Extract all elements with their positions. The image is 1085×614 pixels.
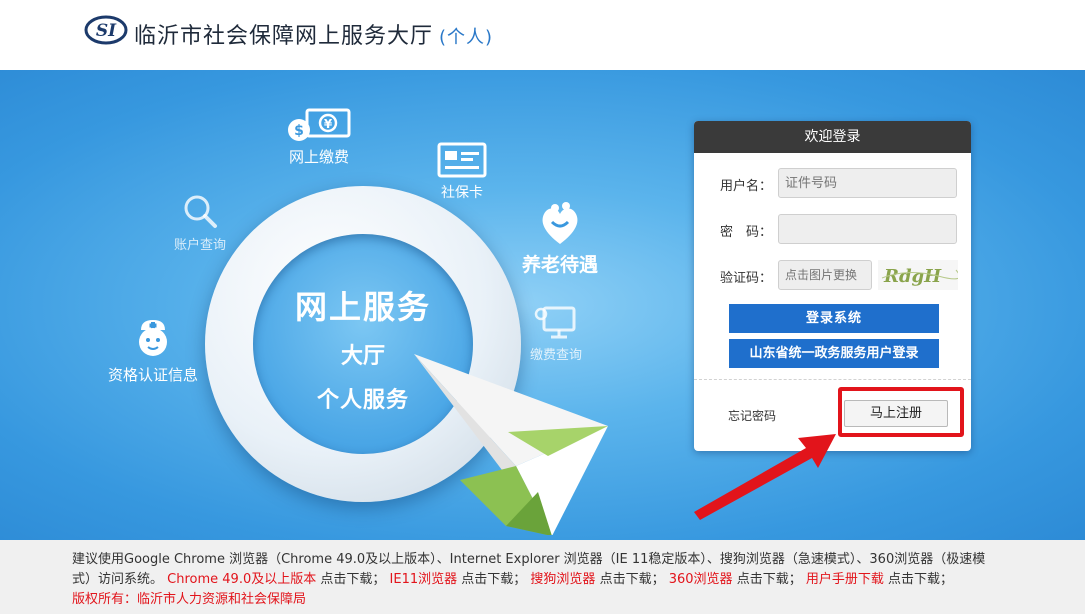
download-chrome-link[interactable]: Chrome 49.0及以上版本: [167, 572, 316, 587]
download-manual-link[interactable]: 用户手册下载: [806, 572, 884, 587]
money-icon: ¥ $: [288, 108, 351, 141]
download-360-suffix: 点击下载；: [736, 572, 802, 587]
service-qualification-label: 资格认证信息: [108, 366, 199, 384]
service-payment-label: 网上缴费: [288, 148, 349, 166]
service-account-label: 账户查询: [174, 238, 227, 253]
svg-text:SI: SI: [96, 21, 117, 41]
footer: 建议使用Google Chrome 浏览器（Chrome 49.0及以上版本）、…: [0, 540, 1085, 614]
paper-plane-icon: [414, 354, 608, 535]
site-subtitle: (个人): [439, 27, 494, 48]
service-payment[interactable]: ¥ $ 网上缴费: [285, 108, 353, 167]
site-title: 临沂市社会保障网上服务大厅 (个人): [134, 18, 493, 50]
nurse-icon: [139, 320, 167, 356]
login-button[interactable]: 登录系统: [729, 304, 939, 333]
download-360-link[interactable]: 360浏览器: [669, 572, 733, 587]
browser-recommendation-end: 式）访问系统。: [72, 572, 164, 587]
si-logo-icon: SI: [84, 15, 128, 45]
service-qualification[interactable]: 资格认证信息: [108, 318, 198, 385]
center-title: 网上服务: [294, 288, 431, 326]
site-title-text: 临沂市社会保障网上服务大厅: [134, 24, 434, 49]
password-row: 密 码：: [694, 214, 971, 246]
captcha-input[interactable]: [778, 260, 872, 290]
download-sogou-link[interactable]: 搜狗浏览器: [530, 572, 595, 587]
service-account[interactable]: 账户查询: [174, 192, 226, 253]
site-header: SI 临沂市社会保障网上服务大厅 (个人): [0, 0, 1085, 70]
download-ie-link[interactable]: IE11浏览器: [390, 572, 458, 587]
login-header: 欢迎登录: [694, 121, 971, 153]
captcha-image[interactable]: RdgH: [878, 260, 958, 290]
download-chrome-suffix: 点击下载；: [320, 572, 386, 587]
copyright: 版权所有：临沂市人力资源和社会保障局: [72, 592, 307, 607]
username-row: 用户名：: [694, 168, 971, 200]
browser-recommendation: 建议使用Google Chrome 浏览器（Chrome 49.0及以上版本）、…: [72, 552, 986, 567]
gov-login-button[interactable]: 山东省统一政务服务用户登录: [729, 339, 939, 368]
username-input[interactable]: [778, 168, 957, 198]
search-icon: [184, 195, 217, 228]
monitor-icon: [534, 306, 576, 339]
password-input[interactable]: [778, 214, 957, 244]
login-divider: [694, 379, 971, 380]
download-links-row: 式）访问系统。 Chrome 49.0及以上版本 点击下载； IE11浏览器 点…: [72, 570, 1085, 590]
download-manual-suffix: 点击下载；: [888, 572, 954, 587]
hero-banner: 网上服务 大厅 个人服务 ¥ $ 网上缴费 社保卡 账户查询 养老待遇 资格认证…: [0, 70, 1085, 540]
heart-people-icon: [542, 202, 578, 244]
svg-text:¥: ¥: [324, 117, 333, 131]
username-label: 用户名：: [720, 179, 773, 194]
service-card[interactable]: 社保卡: [437, 142, 487, 202]
captcha-text: RdgH: [883, 266, 942, 287]
svg-text:$: $: [294, 123, 304, 139]
password-label: 密 码：: [720, 225, 773, 240]
service-pension-label: 养老待遇: [522, 254, 599, 276]
download-ie-suffix: 点击下载；: [461, 572, 527, 587]
card-icon: [437, 142, 487, 178]
annotation-arrow-icon: [694, 434, 836, 520]
captcha-row: 验证码： RdgH: [694, 260, 971, 292]
download-sogou-suffix: 点击下载；: [599, 572, 665, 587]
service-pension[interactable]: 养老待遇: [522, 200, 598, 277]
service-card-label: 社保卡: [441, 185, 483, 201]
register-highlight-box: [838, 387, 964, 437]
captcha-label: 验证码：: [720, 271, 773, 286]
